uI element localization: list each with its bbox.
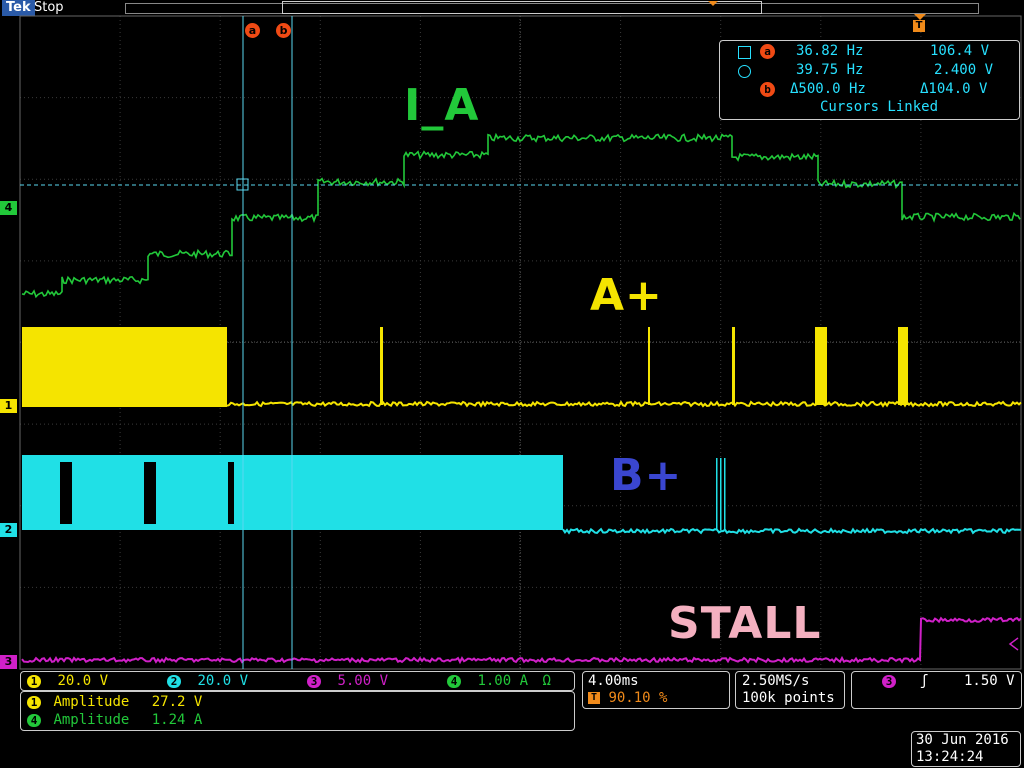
cursor-readout: a 36.82 Hz 106.4 V 39.75 Hz 2.400 V b Δ5… bbox=[719, 40, 1020, 120]
horizontal-settings[interactable]: 4.00ms T 90.10 % bbox=[582, 671, 730, 709]
cursor-b-voltage: 2.400 V bbox=[934, 62, 994, 78]
measurement-1[interactable]: 1 Amplitude 27.2 V bbox=[27, 694, 202, 711]
channel-4-scale[interactable]: 4 1.00 A Ω bbox=[447, 673, 551, 690]
time-per-division: 4.00ms bbox=[588, 673, 639, 689]
sample-rate: 2.50MS/s bbox=[742, 673, 810, 689]
trigger-settings[interactable]: 3 ʃ 1.50 V bbox=[851, 671, 1022, 709]
cursor-a-voltage: 106.4 V bbox=[930, 43, 990, 59]
channel-scale-bar: 1 20.0 V 2 20.0 V 3 5.00 V 4 1.00 A Ω bbox=[20, 671, 575, 691]
cursor-b-marker[interactable]: b bbox=[276, 23, 291, 38]
ohm-icon: Ω bbox=[542, 673, 551, 689]
record-length: 100k points bbox=[742, 690, 835, 706]
label-stall: STALL bbox=[668, 598, 822, 649]
channel-3-marker[interactable]: 3 bbox=[0, 655, 17, 669]
label-b-plus: B+ bbox=[610, 450, 683, 501]
label-a-plus: A+ bbox=[590, 270, 663, 321]
cursors-linked-text: Cursors Linked bbox=[820, 99, 939, 115]
cursor-b-frequency: 39.75 Hz bbox=[796, 62, 864, 78]
trace-b-plus-pulse bbox=[720, 458, 722, 530]
cursor-a-badge: a bbox=[760, 44, 775, 59]
trigger-level: 1.50 V bbox=[964, 673, 1015, 689]
time: 13:24:24 bbox=[916, 749, 984, 765]
measurement-panel: 1 Amplitude 27.2 V 4 Amplitude 1.24 A bbox=[20, 691, 575, 731]
trigger-position: T 90.10 % bbox=[588, 690, 667, 707]
date-time: 30 Jun 2016 13:24:24 bbox=[911, 731, 1021, 767]
trigger-t-icon: T bbox=[588, 692, 600, 704]
trace-a-plus-pulse bbox=[815, 327, 827, 405]
trace-b-plus-gap bbox=[144, 462, 156, 524]
trace-a-plus-pulse bbox=[898, 327, 908, 405]
channel-4-marker[interactable]: 4 bbox=[0, 201, 17, 215]
trace-b-plus-gap bbox=[60, 462, 72, 524]
date: 30 Jun 2016 bbox=[916, 732, 1009, 748]
trace-a-plus-burst bbox=[22, 327, 227, 407]
cursor-a-marker[interactable]: a bbox=[245, 23, 260, 38]
trace-a-plus-pulse bbox=[732, 327, 735, 405]
trace-b-plus-pulse bbox=[724, 458, 726, 530]
cursor-delta-voltage: Δ104.0 V bbox=[920, 81, 988, 97]
channel-2-marker[interactable]: 2 bbox=[0, 523, 17, 537]
trace-b-plus-gap bbox=[228, 462, 234, 524]
channel-2-scale[interactable]: 2 20.0 V bbox=[167, 673, 248, 690]
cursor-b-circle-icon bbox=[738, 65, 751, 78]
trigger-point-marker bbox=[707, 1, 719, 15]
acquisition-settings[interactable]: 2.50MS/s 100k points bbox=[735, 671, 845, 709]
cursor-delta-frequency: Δ500.0 Hz bbox=[790, 81, 866, 97]
channel-1-marker[interactable]: 1 bbox=[0, 399, 17, 413]
trigger-position-marker[interactable]: T bbox=[913, 14, 927, 36]
label-ia: I_A bbox=[404, 80, 480, 131]
cursor-b-badge: b bbox=[760, 82, 775, 97]
channel-3-scale[interactable]: 3 5.00 V bbox=[307, 673, 388, 690]
trace-a-plus-pulse bbox=[648, 327, 650, 405]
cursor-a-square-icon bbox=[738, 46, 751, 59]
cursor-a-frequency: 36.82 Hz bbox=[796, 43, 864, 59]
channel-1-scale[interactable]: 1 20.0 V bbox=[27, 673, 108, 690]
trace-b-plus-pulse bbox=[716, 458, 718, 530]
trace-a-plus-pulse bbox=[380, 327, 383, 405]
trigger-source-channel: 3 bbox=[882, 675, 896, 688]
trigger-slope-icon: ʃ bbox=[920, 673, 929, 689]
measurement-2[interactable]: 4 Amplitude 1.24 A bbox=[27, 712, 202, 729]
